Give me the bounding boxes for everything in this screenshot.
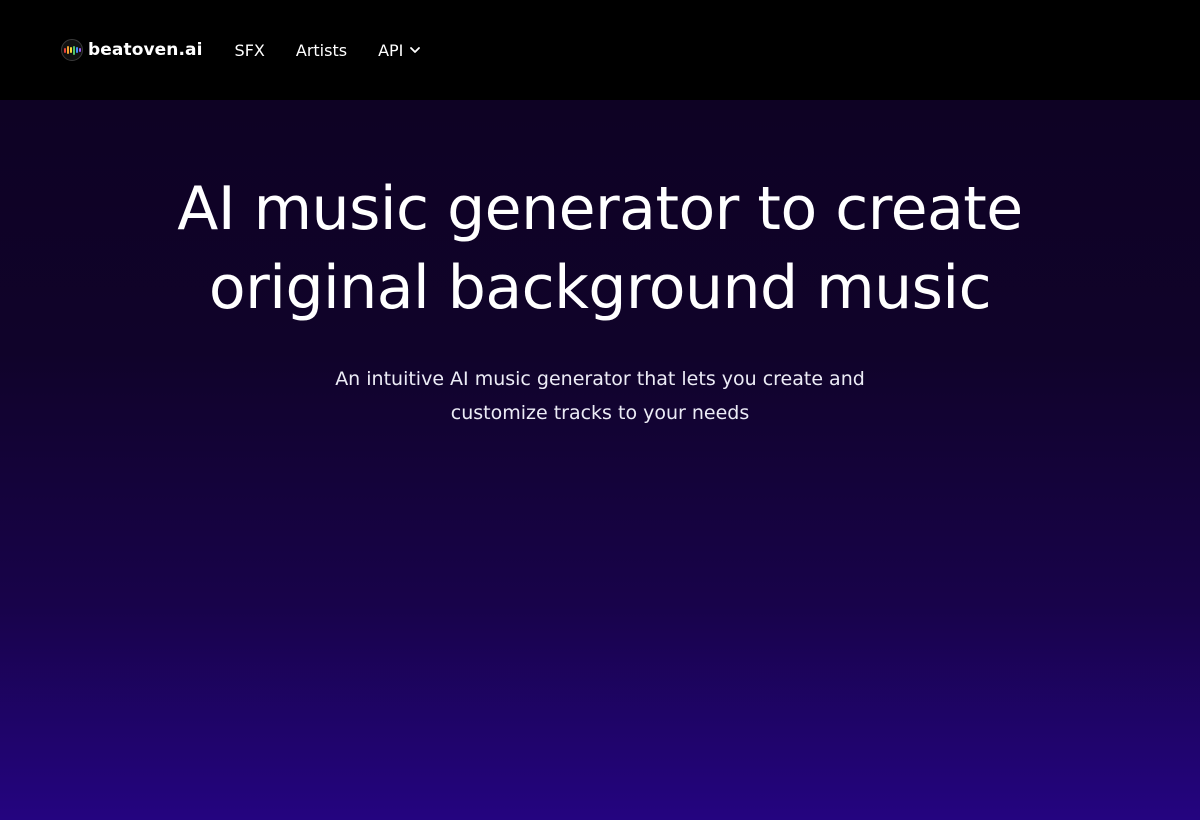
hero-subtitle-line-2: customize tracks to your needs <box>450 402 750 424</box>
hero-title-line-1: AI music generator to create <box>177 174 1023 244</box>
beatoven-logo-icon <box>61 39 83 61</box>
logo-text: beatoven.ai <box>88 40 203 60</box>
logo-link[interactable]: beatoven.ai <box>61 39 203 61</box>
nav-link-sfx-label: SFX <box>234 40 265 60</box>
nav-link-api[interactable]: API <box>378 41 421 60</box>
top-navigation: beatoven.ai SFX Artists API <box>0 0 1200 100</box>
hero-subtitle: An intuitive AI music generator that let… <box>280 362 920 430</box>
nav-link-artists-label: Artists <box>295 40 348 60</box>
nav-link-artists[interactable]: Artists <box>296 41 347 60</box>
nav-link-api-label: API <box>378 40 404 60</box>
hero-section: AI music generator to create original ba… <box>0 100 1200 820</box>
hero-title: AI music generator to create original ba… <box>50 100 1150 328</box>
nav-link-sfx[interactable]: SFX <box>235 41 265 60</box>
hero-subtitle-line-1: An intuitive AI music generator that let… <box>335 368 865 390</box>
nav-links: SFX Artists API <box>235 41 453 60</box>
hero-title-line-2: original background music <box>208 253 992 323</box>
chevron-down-icon <box>410 47 421 53</box>
